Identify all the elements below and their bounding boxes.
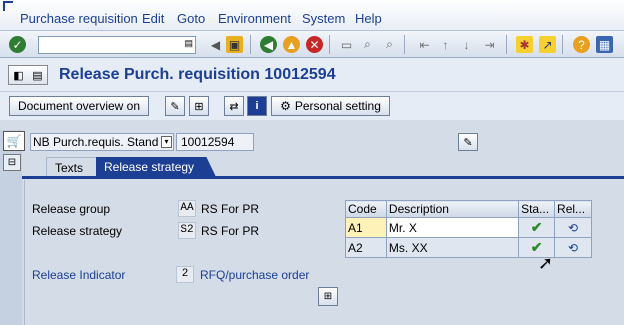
history-dropdown-icon[interactable]: ▤ bbox=[184, 38, 193, 49]
column-header-release[interactable]: Rel... bbox=[554, 200, 592, 218]
last-page-icon[interactable]: ⇥ bbox=[481, 36, 498, 53]
detail-view-icon[interactable]: ⊞ bbox=[318, 287, 338, 306]
previous-page-icon[interactable]: ↑ bbox=[437, 36, 454, 53]
menu-bar: Purchase requisition Edit Goto Environme… bbox=[0, 0, 624, 30]
row-code[interactable]: A2 bbox=[345, 237, 387, 258]
release-indicator-value: RFQ/purchase order bbox=[200, 268, 310, 282]
document-number-field[interactable]: 10012594 bbox=[176, 133, 254, 151]
title-area: ◧ ▤ Release Purch. requisition 10012594 bbox=[0, 58, 624, 92]
release-indicator-code: 2 bbox=[176, 266, 194, 283]
system-icon[interactable]: ▤ bbox=[32, 69, 42, 82]
mouse-pointer-icon: ➚ bbox=[538, 253, 554, 273]
tab-underline bbox=[22, 176, 624, 179]
release-group-label: Release group bbox=[32, 202, 111, 216]
release-group-value: RS For PR bbox=[201, 202, 260, 216]
shopping-cart-icon[interactable]: 🛒 bbox=[3, 131, 25, 151]
menu-help[interactable]: Help bbox=[355, 11, 382, 27]
toolbar-separator bbox=[329, 35, 330, 54]
document-note-icon[interactable]: ✎ bbox=[458, 133, 478, 151]
print-icon[interactable]: ▭ bbox=[338, 36, 355, 53]
menu-goto[interactable]: Goto bbox=[177, 11, 205, 27]
toolbar-separator bbox=[506, 35, 507, 54]
released-check-icon: ✔ bbox=[518, 217, 556, 238]
menu-system[interactable]: System bbox=[302, 11, 345, 27]
next-page-icon[interactable]: ↓ bbox=[458, 36, 475, 53]
release-indicator-label[interactable]: Release Indicator bbox=[32, 268, 125, 282]
release-codes-table: Code Description Sta... Rel... A1 Mr. X … bbox=[345, 200, 592, 258]
menu-edit[interactable]: Edit bbox=[142, 11, 164, 27]
save-icon[interactable]: ▣ bbox=[226, 36, 243, 53]
info-icon[interactable]: i bbox=[247, 96, 267, 116]
command-field[interactable]: ▤ bbox=[38, 36, 196, 54]
release-strategy-label: Release strategy bbox=[32, 224, 123, 238]
row-description: Ms. XX bbox=[385, 237, 520, 258]
hold-icon[interactable]: ⊞ bbox=[189, 96, 209, 116]
menu-environment[interactable]: Environment bbox=[218, 11, 291, 27]
exit-icon[interactable]: ▲ bbox=[283, 36, 300, 53]
personal-setting-label: Personal setting bbox=[294, 99, 381, 113]
back-arrow-icon[interactable]: ◀ bbox=[207, 36, 224, 53]
enter-icon[interactable]: ✓ bbox=[9, 36, 26, 53]
back-icon[interactable]: ◀ bbox=[260, 36, 277, 53]
customize-layout-icon[interactable]: ▦ bbox=[596, 36, 613, 53]
document-type-select[interactable]: NB Purch.requis. Stand ▾ bbox=[30, 133, 174, 151]
menu-icon[interactable]: ◧ bbox=[13, 69, 23, 82]
find-icon[interactable]: ⌕ bbox=[359, 36, 376, 53]
release-strategy-code: S2 bbox=[178, 222, 196, 239]
application-toolbar: Document overview on ✎ ⊞ ⇄ i ⚙ Personal … bbox=[0, 92, 624, 120]
row-code[interactable]: A1 bbox=[345, 217, 387, 238]
toolbar-separator bbox=[404, 35, 405, 54]
release-action-icon[interactable]: ⟲ bbox=[554, 237, 592, 258]
column-header-description[interactable]: Description bbox=[385, 200, 520, 218]
table-row: A1 Mr. X ✔ ⟲ bbox=[345, 217, 592, 238]
release-strategy-value: RS For PR bbox=[201, 224, 260, 238]
toolbar-separator bbox=[562, 35, 563, 54]
tab-texts[interactable]: Texts bbox=[46, 157, 96, 177]
expand-header-icon[interactable]: ⊟ bbox=[3, 154, 21, 171]
page-title: Release Purch. requisition 10012594 bbox=[59, 66, 336, 83]
document-type-value: NB Purch.requis. Stand bbox=[33, 135, 159, 149]
column-header-status[interactable]: Sta... bbox=[518, 200, 556, 218]
release-action-icon[interactable]: ⟲ bbox=[554, 217, 592, 238]
shortcut-icon[interactable]: ↗ bbox=[539, 36, 556, 53]
release-group-code: AA bbox=[178, 200, 196, 217]
standard-toolbar: ✓ ▤ ◀ ▣ ◀ ▲ ✕ ▭ ⌕ ⌕ ⇤ ↑ ↓ ⇥ ✱ ↗ ? ▦ bbox=[0, 30, 624, 58]
column-header-code[interactable]: Code bbox=[345, 200, 387, 218]
toolbar-separator bbox=[250, 35, 251, 54]
tab-release-strategy[interactable]: Release strategy bbox=[96, 157, 216, 177]
cancel-icon[interactable]: ✕ bbox=[306, 36, 323, 53]
table-row: A2 Ms. XX ✔ ⟲ bbox=[345, 237, 592, 258]
menu-purchase-requisition[interactable]: Purchase requisition bbox=[20, 11, 138, 27]
personal-setting-icon: ⚙ bbox=[280, 99, 291, 113]
new-session-icon[interactable]: ✱ bbox=[516, 36, 533, 53]
title-icon-group[interactable]: ◧ ▤ bbox=[8, 65, 48, 85]
help-icon[interactable]: ? bbox=[573, 36, 590, 53]
first-page-icon[interactable]: ⇤ bbox=[416, 36, 433, 53]
table-header-row: Code Description Sta... Rel... bbox=[345, 200, 592, 218]
change-display-icon[interactable]: ✎ bbox=[165, 96, 185, 116]
window-corner-icon bbox=[3, 1, 13, 11]
other-requisition-icon[interactable]: ⇄ bbox=[224, 96, 244, 116]
find-next-icon[interactable]: ⌕ bbox=[381, 36, 398, 53]
row-description: Mr. X bbox=[385, 217, 520, 238]
personal-setting-button[interactable]: ⚙ Personal setting bbox=[271, 96, 390, 116]
dropdown-icon[interactable]: ▾ bbox=[161, 136, 172, 148]
document-overview-button[interactable]: Document overview on bbox=[9, 96, 149, 116]
